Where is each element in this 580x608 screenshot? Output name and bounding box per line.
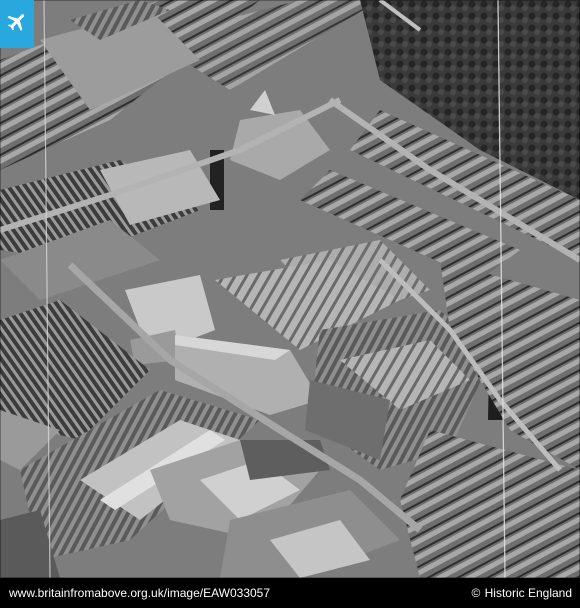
caption-bar: www.britainfromabove.org.uk/image/EAW033… (0, 578, 580, 608)
viewer-frame: www.britainfromabove.org.uk/image/EAW033… (0, 0, 580, 608)
aerial-photograph (0, 0, 580, 578)
image-url-link[interactable]: www.britainfromabove.org.uk/image/EAW033… (9, 578, 270, 608)
airplane-icon (7, 14, 25, 31)
aerial-photo-rendering (0, 0, 580, 578)
copyright-credit: © Historic England (471, 578, 572, 608)
copyright-symbol: © (471, 586, 481, 600)
airplane-badge[interactable] (0, 0, 34, 48)
credit-text: Historic England (484, 586, 572, 600)
